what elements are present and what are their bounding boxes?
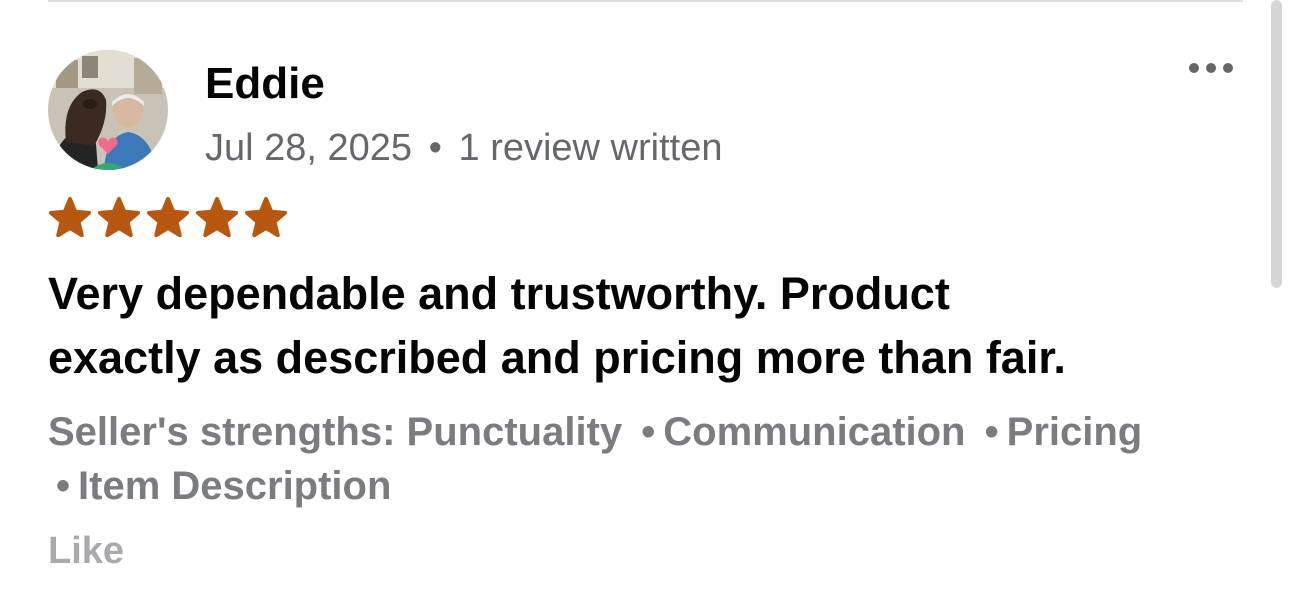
review-date: Jul 28, 2025: [205, 127, 413, 169]
review-text-line: exactly as described and pricing more th…: [48, 332, 1066, 383]
avatar[interactable]: [48, 50, 168, 170]
strength-item: Punctuality: [406, 410, 623, 454]
star-icon: [195, 197, 239, 238]
top-divider: [48, 0, 1243, 2]
strength-separator: •: [56, 464, 71, 508]
star-icon: [146, 197, 190, 238]
more-options-button[interactable]: [1180, 50, 1242, 86]
review-meta: Jul 28, 2025 • 1 review written: [205, 125, 722, 171]
review-text-line: Very dependable and trustworthy. Product: [48, 268, 950, 319]
strength-separator: •: [984, 410, 999, 454]
strength-item: Communication: [663, 410, 966, 454]
star-icon: [244, 197, 288, 238]
reviewer-name[interactable]: Eddie: [205, 58, 325, 110]
review-text: Very dependable and trustworthy. Product…: [48, 262, 1248, 390]
star-icon: [97, 197, 141, 238]
star-rating: [48, 196, 288, 240]
reviews-written-count[interactable]: 1 review written: [459, 127, 723, 169]
meta-separator: •: [428, 127, 442, 169]
star-icon: [48, 197, 92, 238]
more-horizontal-icon: [1189, 63, 1233, 73]
strengths-label: Seller's strengths:: [48, 410, 396, 454]
strength-separator: •: [641, 410, 656, 454]
seller-strengths: Seller's strengths: Punctuality • Communi…: [48, 405, 1258, 513]
like-button[interactable]: Like: [48, 527, 124, 575]
avatar-photo-icon: [48, 50, 168, 170]
scrollbar[interactable]: [1271, 0, 1282, 288]
strength-item: Pricing: [1006, 410, 1143, 454]
strength-item: Item Description: [78, 464, 392, 508]
